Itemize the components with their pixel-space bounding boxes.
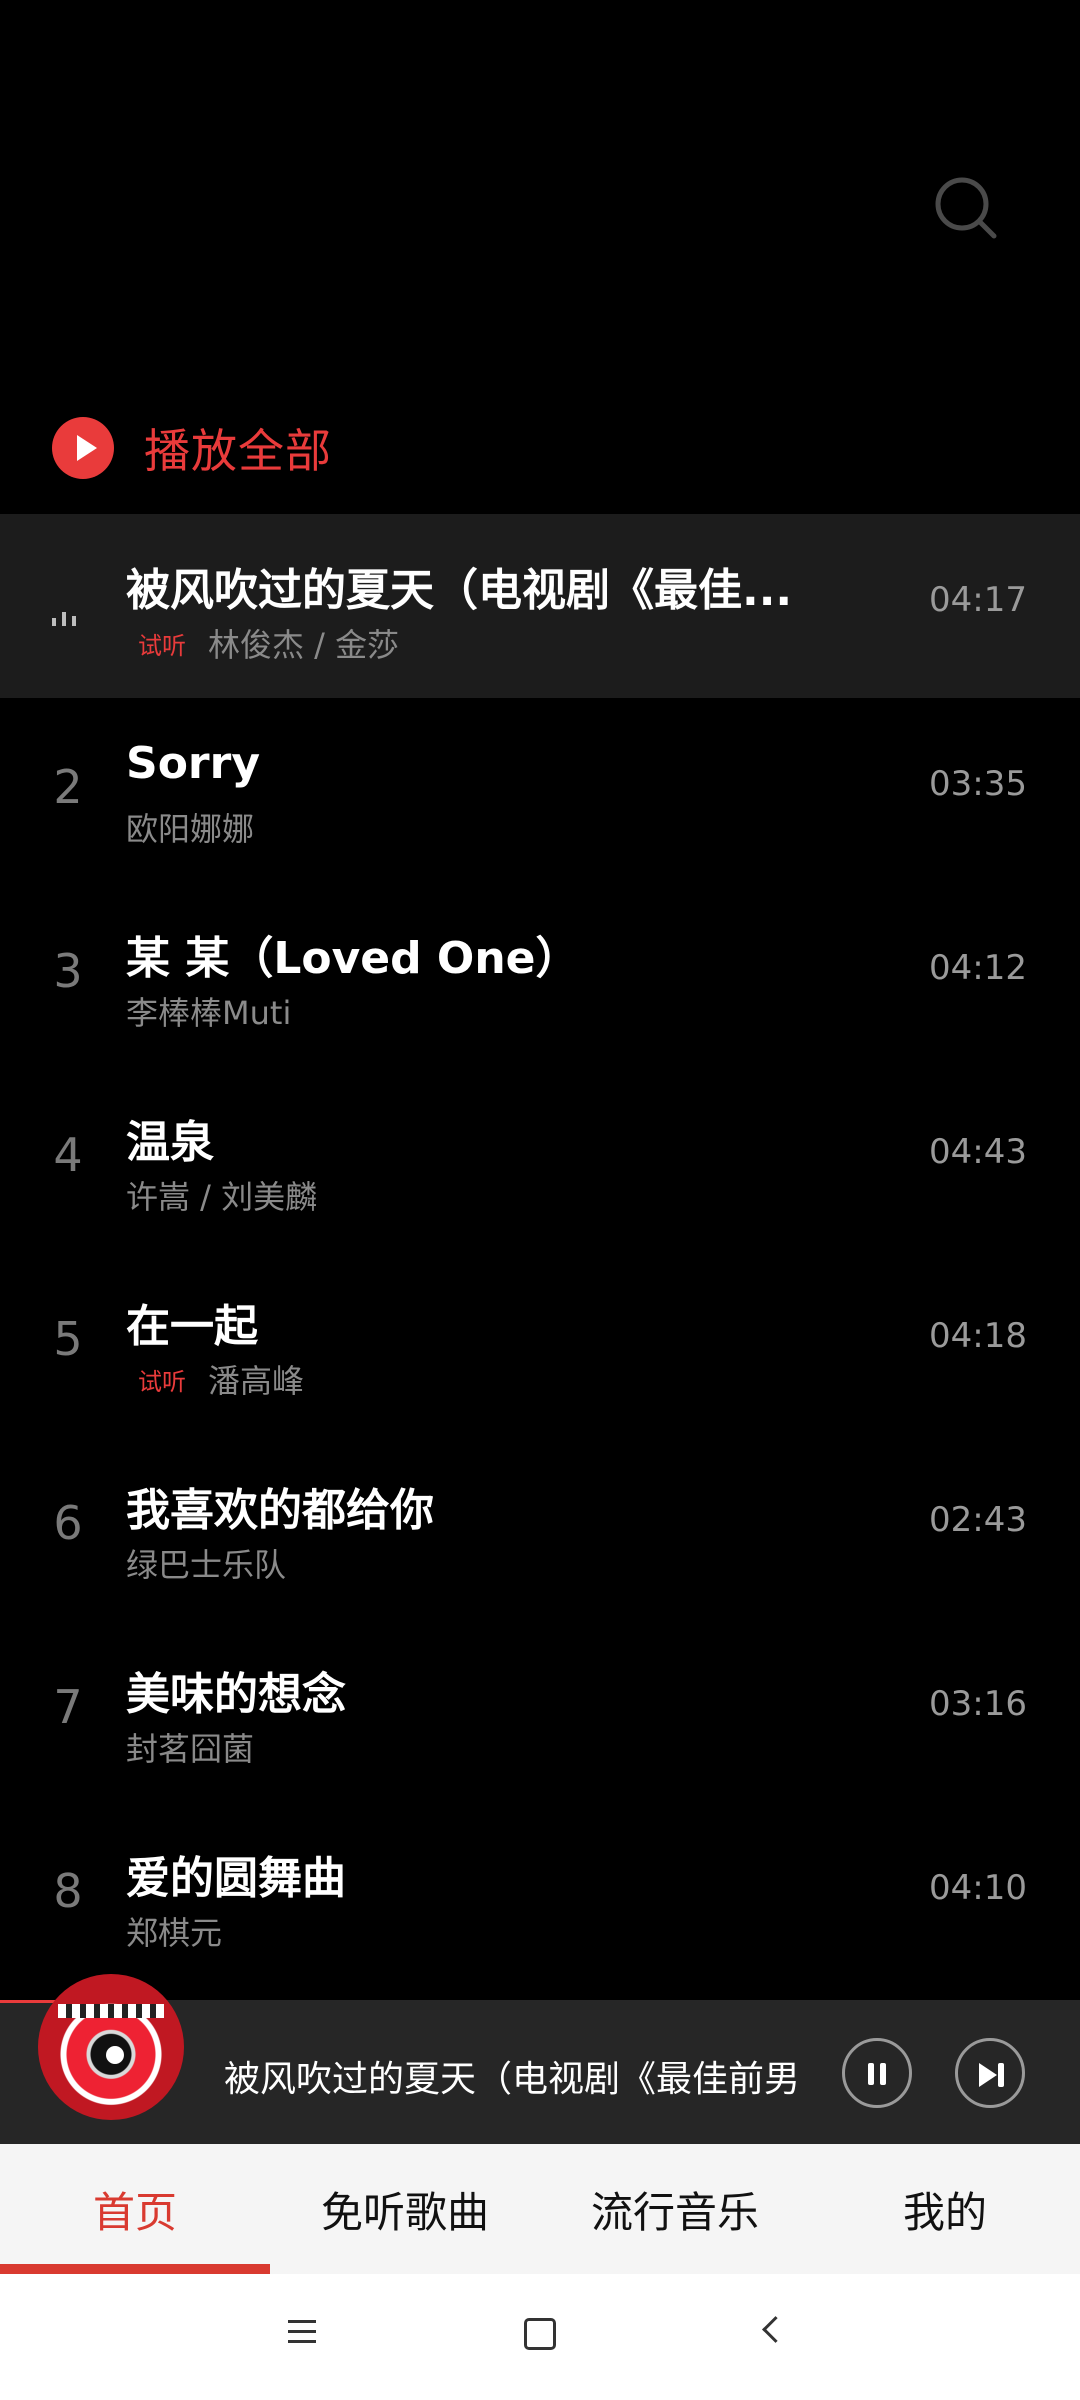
song-artist: 潘高峰	[208, 1362, 305, 1400]
song-duration: 04:43	[929, 1132, 1027, 1172]
song-title: 温泉	[126, 1117, 214, 1168]
mini-player-title[interactable]: 被风吹过的夏天（电视剧《最佳前男	[224, 2050, 804, 2102]
song-row[interactable]: 8 爱的圆舞曲 郑棋元 04:10	[0, 1802, 1080, 1986]
tab-pop-music[interactable]: 流行音乐	[540, 2144, 810, 2274]
next-track-button[interactable]	[955, 2038, 1025, 2108]
search-icon[interactable]	[930, 172, 1006, 248]
song-subtitle: 绿巴士乐队	[126, 1540, 286, 1586]
song-title: 我喜欢的都给你	[126, 1485, 434, 1536]
play-all-label: 播放全部	[144, 424, 332, 478]
tab-free-songs[interactable]: 免听歌曲	[270, 2144, 540, 2274]
trial-badge: 试听	[138, 1367, 186, 1396]
song-subtitle: 试听 潘高峰	[126, 1356, 304, 1402]
song-duration: 04:12	[929, 948, 1027, 988]
song-artist: 林俊杰 / 金莎	[208, 626, 400, 664]
play-all-button[interactable]: 播放全部	[52, 408, 332, 488]
song-duration: 03:35	[929, 764, 1027, 804]
song-row[interactable]: 4 温泉 许嵩 / 刘美麟 04:43	[0, 1066, 1080, 1250]
song-title: 在一起	[126, 1301, 258, 1352]
song-title: 爱的圆舞曲	[126, 1853, 346, 1904]
song-artist: 封茗囧菌	[126, 1730, 255, 1768]
song-subtitle: 李棒棒Muti	[126, 988, 291, 1034]
song-row[interactable]: 6 我喜欢的都给你 绿巴士乐队 02:43	[0, 1434, 1080, 1618]
song-index: 8	[53, 1864, 83, 1918]
song-duration: 02:43	[929, 1500, 1027, 1540]
playing-indicator-icon	[52, 606, 82, 626]
song-subtitle: 欧阳娜娜	[126, 804, 254, 850]
screen: 播放全部 被风吹过的夏天（电视剧《最佳... 试听 林俊杰 / 金莎 04:17…	[0, 0, 1080, 2400]
pause-button[interactable]	[842, 2038, 912, 2108]
song-artist: 许嵩 / 刘美麟	[126, 1178, 318, 1216]
song-row[interactable]: 2 Sorry 欧阳娜娜 03:35	[0, 698, 1080, 882]
mini-player-progress	[0, 2000, 60, 2003]
song-artist: 绿巴士乐队	[126, 1546, 287, 1584]
song-index: 2	[53, 760, 83, 814]
song-title: 某 某（Loved One）	[126, 933, 580, 984]
mini-player[interactable]: 被风吹过的夏天（电视剧《最佳前男	[0, 1974, 1080, 2144]
song-index: 7	[53, 1680, 83, 1734]
song-row[interactable]: 7 美味的想念 封茗囧菌 03:16	[0, 1618, 1080, 1802]
song-duration: 04:10	[929, 1868, 1027, 1908]
song-subtitle: 郑棋元	[126, 1908, 222, 1954]
song-subtitle: 许嵩 / 刘美麟	[126, 1172, 317, 1218]
song-duration: 04:18	[929, 1316, 1027, 1356]
song-list: 被风吹过的夏天（电视剧《最佳... 试听 林俊杰 / 金莎 04:17 2 So…	[0, 514, 1080, 1986]
song-title: Sorry	[126, 738, 260, 789]
tab-mine[interactable]: 我的	[810, 2144, 1080, 2274]
bottom-tab-bar: 首页 免听歌曲 流行音乐 我的	[0, 2144, 1080, 2274]
song-title: 美味的想念	[126, 1669, 346, 1720]
song-index: 6	[53, 1496, 83, 1550]
tab-home[interactable]: 首页	[0, 2144, 270, 2274]
song-artist: 欧阳娜娜	[126, 810, 255, 848]
song-subtitle: 封茗囧菌	[126, 1724, 254, 1770]
play-icon	[52, 417, 114, 479]
back-icon[interactable]	[762, 2316, 789, 2343]
song-artist: 郑棋元	[126, 1914, 223, 1952]
menu-icon[interactable]	[288, 2320, 318, 2344]
song-duration: 04:17	[929, 580, 1027, 620]
song-index: 5	[53, 1312, 83, 1366]
album-cover[interactable]	[38, 1974, 184, 2120]
system-nav-bar	[0, 2274, 1080, 2400]
song-row[interactable]: 3 某 某（Loved One） 李棒棒Muti 04:12	[0, 882, 1080, 1066]
song-duration: 03:16	[929, 1684, 1027, 1724]
song-row[interactable]: 5 在一起 试听 潘高峰 04:18	[0, 1250, 1080, 1434]
song-index: 4	[53, 1128, 83, 1182]
home-icon[interactable]	[524, 2318, 556, 2350]
song-artist: 李棒棒Muti	[126, 994, 292, 1032]
trial-badge: 试听	[138, 631, 186, 660]
next-icon	[979, 2063, 997, 2087]
song-title: 被风吹过的夏天（电视剧《最佳...	[126, 565, 793, 616]
song-row[interactable]: 被风吹过的夏天（电视剧《最佳... 试听 林俊杰 / 金莎 04:17	[0, 514, 1080, 698]
song-index: 3	[53, 944, 83, 998]
song-subtitle: 试听 林俊杰 / 金莎	[126, 620, 399, 666]
